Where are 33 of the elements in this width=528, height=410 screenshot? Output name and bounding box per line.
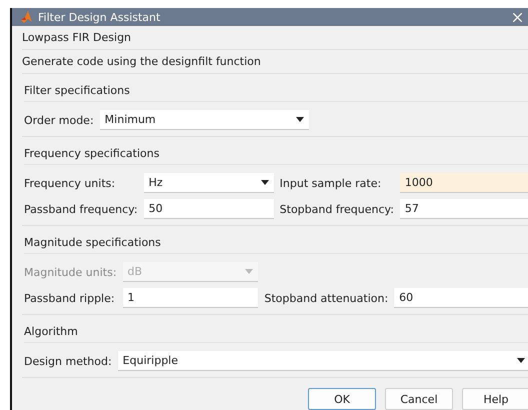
section-title: Filter specifications [24, 80, 528, 102]
dropdown-arrow-icon [296, 117, 304, 122]
design-title: Lowpass FIR Design [22, 26, 528, 50]
close-icon[interactable] [513, 12, 522, 22]
section-title: Frequency specifications [24, 143, 528, 165]
dropdown[interactable]: Minimum [100, 110, 309, 130]
field-label: Passband frequency: [24, 202, 138, 216]
dropdown[interactable]: Hz [144, 173, 274, 193]
field-label: Input sample rate: [280, 176, 382, 190]
input-field[interactable]: 50 [144, 199, 274, 219]
section-title: Algorithm [24, 321, 528, 343]
app-logo-icon [20, 11, 32, 23]
input-field[interactable]: 57 [400, 199, 528, 219]
dropdown[interactable]: Equiripple [118, 351, 528, 371]
dropdown-arrow-icon [260, 180, 269, 185]
field-label: Magnitude units: [24, 266, 117, 278]
dropdown-arrow-icon [245, 269, 254, 274]
field-label: Order mode: [24, 114, 94, 126]
field-label: Design method: [24, 354, 112, 368]
dropdown-arrow-icon [517, 358, 525, 363]
dialog-button[interactable]: OK [308, 388, 376, 410]
input-field[interactable]: 60 [394, 288, 528, 308]
description-text: Generate code using the designfilt function [22, 50, 528, 74]
dialog-button[interactable]: Help [462, 388, 528, 410]
field-label: Stopband frequency: [280, 202, 394, 216]
window-title: Filter Design Assistant [38, 10, 162, 24]
field-label: Frequency units: [24, 176, 116, 190]
field-label: Passband ripple: [24, 292, 116, 304]
input-field[interactable]: 1 [122, 288, 258, 308]
field-label: Stopband attenuation: [264, 292, 388, 304]
section-title: Magnitude specifications [24, 232, 528, 254]
dialog-button[interactable]: Cancel [385, 388, 453, 410]
input-field[interactable]: 1000 [400, 173, 528, 193]
